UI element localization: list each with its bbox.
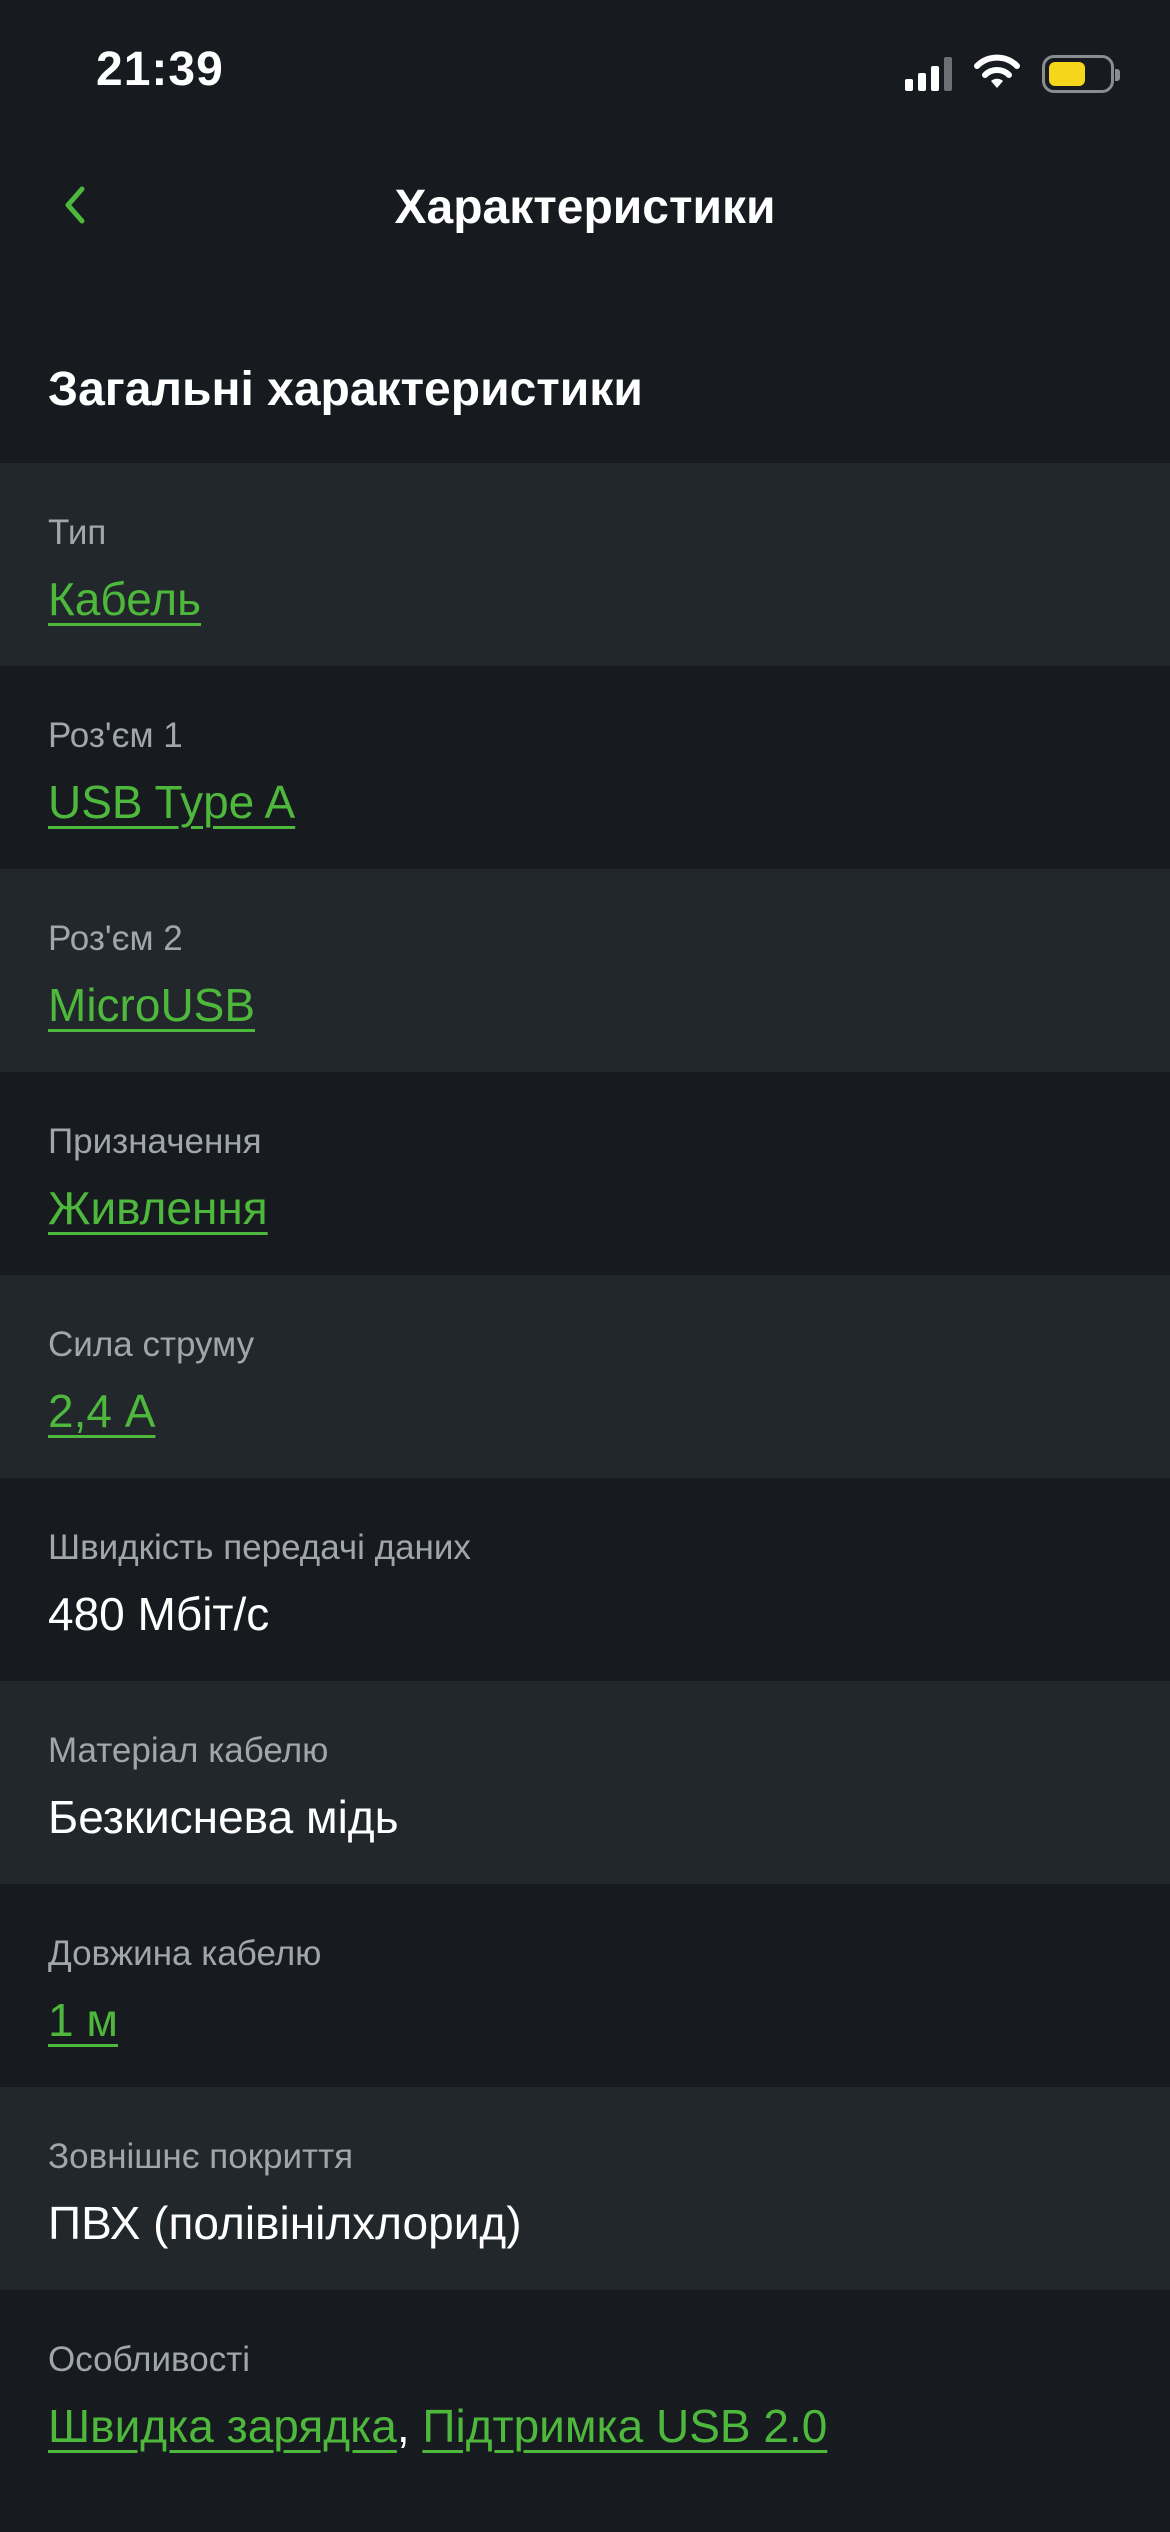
spec-label: Особливості — [48, 2340, 251, 2379]
spec-row-type: Тип Кабель — [0, 463, 1170, 666]
spec-label: Тип — [48, 513, 107, 552]
spec-label: Сила струму — [48, 1325, 255, 1364]
feature-link-fast-charging[interactable]: Швидка зарядка — [48, 2400, 397, 2452]
spec-row-current: Сила струму 2,4 А — [0, 1275, 1170, 1478]
status-time: 21:39 — [96, 43, 224, 96]
spec-row-outer-coating: Зовнішнє покриття ПВХ (полівінілхлорид) — [0, 2087, 1170, 2290]
spec-value-link[interactable]: Живлення — [48, 1182, 268, 1234]
spec-value: 480 Мбіт/с — [48, 1588, 270, 1640]
spec-value: 1 м — [48, 1990, 1122, 2050]
spec-row-cable-material: Матеріал кабелю Безкиснева мідь — [0, 1681, 1170, 1884]
battery-icon — [1042, 54, 1120, 93]
spec-value: Живлення — [48, 1178, 1122, 1238]
spec-value: Безкиснева мідь — [48, 1791, 399, 1843]
specs-list: Тип Кабель Роз'єм 1 USB Type A Роз'єм 2 … — [0, 463, 1170, 2493]
spec-label: Роз'єм 2 — [48, 919, 183, 958]
spec-value: MicroUSB — [48, 975, 1122, 1035]
spec-row-purpose: Призначення Живлення — [0, 1072, 1170, 1275]
spec-label: Матеріал кабелю — [48, 1731, 329, 1770]
spec-row-connector-1: Роз'єм 1 USB Type A — [0, 666, 1170, 869]
wifi-icon — [972, 52, 1022, 95]
page-title: Характеристики — [394, 181, 776, 234]
spec-value-link[interactable]: MicroUSB — [48, 979, 255, 1031]
spec-row-cable-length: Довжина кабелю 1 м — [0, 1884, 1170, 2087]
spec-label: Довжина кабелю — [48, 1934, 322, 1973]
feature-link-usb-2[interactable]: Підтримка USB 2.0 — [422, 2400, 827, 2452]
spec-label: Роз'єм 1 — [48, 716, 183, 755]
spec-value-link[interactable]: 2,4 А — [48, 1385, 155, 1437]
spec-row-features: Особливості Швидка зарядка, Підтримка US… — [0, 2290, 1170, 2493]
spec-value: USB Type A — [48, 772, 1122, 832]
spec-value: Кабель — [48, 569, 1122, 629]
spec-value-link[interactable]: USB Type A — [48, 776, 295, 828]
spec-value: ПВХ (полівінілхлорид) — [48, 2197, 522, 2249]
spec-value: 2,4 А — [48, 1381, 1122, 1441]
spec-value: Швидка зарядка, Підтримка USB 2.0 — [48, 2396, 1122, 2456]
spec-row-connector-2: Роз'єм 2 MicroUSB — [0, 869, 1170, 1072]
spec-value-link[interactable]: Кабель — [48, 573, 201, 625]
cellular-signal-icon — [905, 56, 952, 91]
spec-row-data-speed: Швидкість передачі даних 480 Мбіт/с — [0, 1478, 1170, 1681]
section-title: Загальні характеристики — [48, 363, 643, 416]
status-icons — [905, 52, 1120, 95]
status-bar: 21:39 — [0, 0, 1170, 140]
spec-label: Призначення — [48, 1122, 262, 1161]
nav-bar: Характеристики — [0, 150, 1170, 262]
features-separator: , — [396, 2400, 410, 2452]
spec-label: Швидкість передачі даних — [48, 1528, 471, 1567]
spec-value-link[interactable]: 1 м — [48, 1994, 118, 2046]
spec-label: Зовнішнє покриття — [48, 2137, 354, 2176]
